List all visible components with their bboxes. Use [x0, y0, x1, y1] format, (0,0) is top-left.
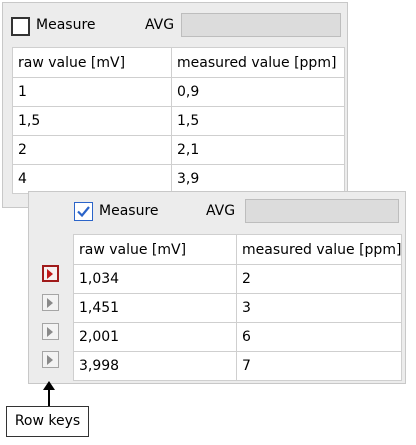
table-row[interactable]: 4 3,9 [12, 164, 345, 194]
raw-value-cell[interactable]: 3,998 [73, 351, 237, 381]
table-header-row: raw value [mV] measured value [ppm] [73, 234, 402, 265]
measure-label: Measure [36, 17, 96, 33]
table-row[interactable]: 1,034 2 [73, 264, 402, 294]
play-icon [47, 269, 53, 279]
column-header-raw-value[interactable]: raw value [mV] [73, 234, 237, 265]
raw-value-cell[interactable]: 2 [12, 135, 172, 165]
avg-label: AVG [206, 203, 236, 219]
table-row[interactable]: 2 2,1 [12, 135, 345, 165]
raw-value-cell[interactable]: 4 [12, 164, 172, 194]
table-row[interactable]: 3,998 7 [73, 351, 402, 381]
row-key-2[interactable] [42, 294, 59, 311]
measure-label: Measure [99, 203, 159, 219]
measurement-table: raw value [mV] measured value [ppm] 1,03… [73, 234, 402, 381]
measured-value-cell[interactable]: 3,9 [171, 164, 345, 194]
table-row[interactable]: 1 0,9 [12, 77, 345, 107]
table-row[interactable]: 1,451 3 [73, 293, 402, 323]
column-header-measured-value[interactable]: measured value [ppm] [171, 47, 345, 78]
measurement-table: raw value [mV] measured value [ppm] 1 0,… [12, 47, 345, 194]
raw-value-cell[interactable]: 1,034 [73, 264, 237, 294]
measured-value-cell[interactable]: 6 [236, 322, 402, 352]
column-header-raw-value[interactable]: raw value [mV] [12, 47, 172, 78]
table-row[interactable]: 2,001 6 [73, 322, 402, 352]
column-header-measured-value[interactable]: measured value [ppm] [236, 234, 402, 265]
avg-value-field[interactable] [181, 13, 341, 37]
checkmark-icon [77, 206, 90, 218]
raw-value-cell[interactable]: 1 [12, 77, 172, 107]
play-icon [47, 355, 53, 365]
measurement-panel-unchecked: Measure AVG raw value [mV] measured valu… [2, 2, 348, 208]
play-icon [47, 298, 53, 308]
measured-value-cell[interactable]: 2,1 [171, 135, 345, 165]
measured-value-cell[interactable]: 0,9 [171, 77, 345, 107]
play-icon [47, 327, 53, 337]
measured-value-cell[interactable]: 2 [236, 264, 402, 294]
measured-value-cell[interactable]: 7 [236, 351, 402, 381]
measure-checkbox[interactable] [11, 17, 30, 36]
avg-value-field[interactable] [245, 199, 399, 223]
raw-value-cell[interactable]: 1,451 [73, 293, 237, 323]
row-key-1[interactable] [42, 265, 59, 282]
measure-checkbox[interactable] [74, 202, 93, 221]
avg-label: AVG [145, 17, 175, 33]
raw-value-cell[interactable]: 2,001 [73, 322, 237, 352]
measured-value-cell[interactable]: 1,5 [171, 106, 345, 136]
row-key-4[interactable] [42, 351, 59, 368]
measured-value-cell[interactable]: 3 [236, 293, 402, 323]
row-key-3[interactable] [42, 323, 59, 340]
measurement-panel-checked: Measure AVG raw value [mV] measured valu… [28, 191, 406, 384]
raw-value-cell[interactable]: 1,5 [12, 106, 172, 136]
table-row[interactable]: 1,5 1,5 [12, 106, 345, 136]
table-header-row: raw value [mV] measured value [ppm] [12, 47, 345, 78]
row-keys-callout: Row keys [6, 406, 89, 437]
callout-arrow-icon [43, 381, 55, 407]
